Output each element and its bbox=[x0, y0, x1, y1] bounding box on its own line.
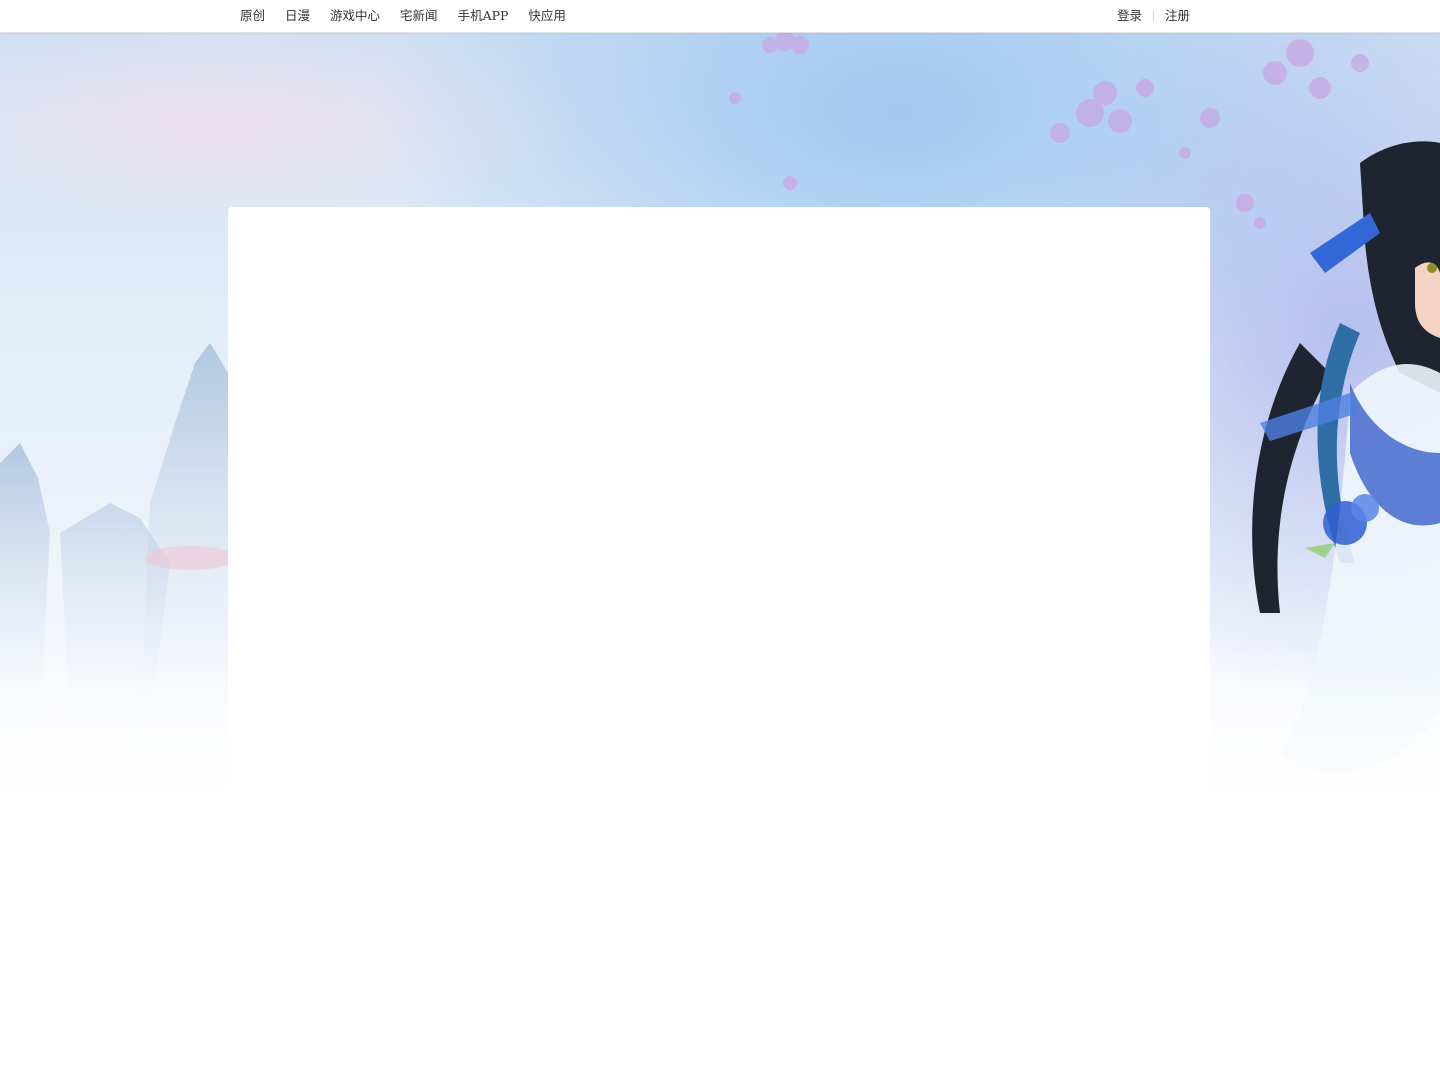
nav-link-japanese-manga[interactable]: 日漫 bbox=[285, 0, 310, 32]
login-link[interactable]: 登录 bbox=[1117, 0, 1142, 32]
nav-link-quick-app[interactable]: 快应用 bbox=[528, 0, 566, 32]
top-nav-bar: 原创 日漫 游戏中心 宅新闻 手机APP 快应用 登录 注册 bbox=[0, 0, 1440, 33]
auth-divider bbox=[1152, 10, 1154, 22]
auth-links: 登录 注册 bbox=[1117, 0, 1190, 32]
main-content-panel bbox=[228, 207, 1210, 1080]
main-nav: 原创 日漫 游戏中心 宅新闻 手机APP 快应用 bbox=[240, 0, 566, 32]
nav-link-otaku-news[interactable]: 宅新闻 bbox=[400, 0, 438, 32]
register-link[interactable]: 注册 bbox=[1165, 0, 1190, 32]
nav-link-game-center[interactable]: 游戏中心 bbox=[330, 0, 380, 32]
nav-link-original[interactable]: 原创 bbox=[240, 0, 265, 32]
top-nav-inner: 原创 日漫 游戏中心 宅新闻 手机APP 快应用 登录 注册 bbox=[240, 0, 1190, 32]
nav-link-mobile-app[interactable]: 手机APP bbox=[458, 0, 509, 32]
